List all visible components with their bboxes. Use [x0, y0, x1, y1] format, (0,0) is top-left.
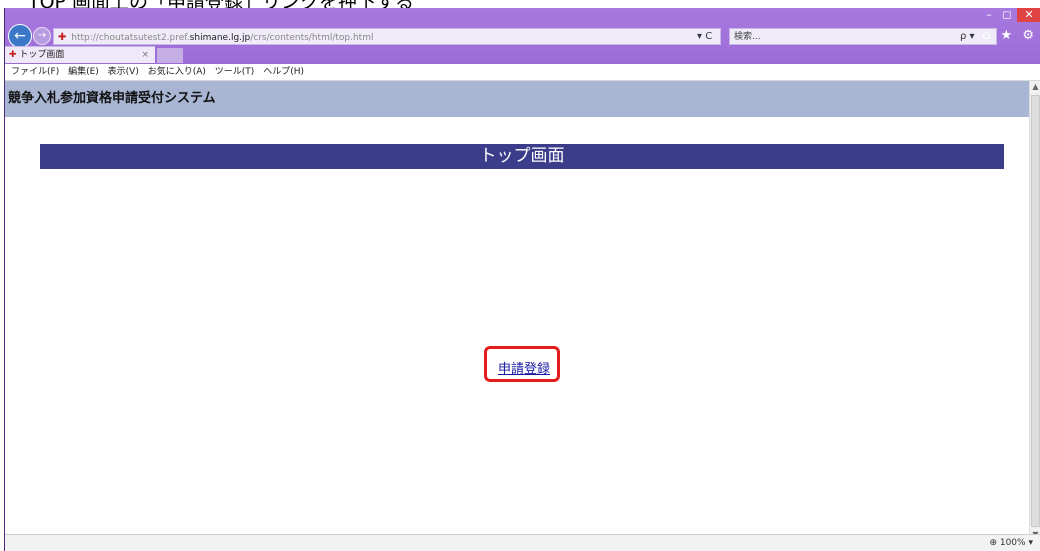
menu-item-edit[interactable]: 編集(E): [68, 67, 99, 77]
page-title-banner: トップ画面: [40, 144, 1004, 169]
menu-item-help[interactable]: ヘルプ(H): [263, 67, 304, 77]
arrow-left-icon: ←: [14, 28, 26, 44]
browser-window: – ◻ ✕ ← → ✚ http://choutatsutest2.pref.s…: [4, 8, 1040, 551]
highlight-box: [484, 346, 560, 382]
browser-tab-top[interactable]: ✚ トップ画面 ×: [5, 46, 155, 63]
chevron-down-icon: ▾: [1028, 538, 1033, 548]
site-favicon-icon: ✚: [58, 32, 67, 43]
search-input[interactable]: 検索...: [729, 28, 997, 45]
scrollbar-thumb[interactable]: [1031, 95, 1040, 527]
menu-bar: ファイル(F) 編集(E) 表示(V) お気に入り(A) ツール(T) ヘルプ(…: [5, 64, 1040, 81]
zoom-level[interactable]: ⊕ 100% ▾: [989, 535, 1033, 551]
vertical-scrollbar[interactable]: ▲ ▼: [1029, 81, 1040, 541]
refresh-button[interactable]: ▾ C: [697, 28, 712, 45]
arrow-right-icon: →: [37, 30, 47, 41]
address-bar[interactable]: ✚ http://choutatsutest2.pref.shimane.lg.…: [53, 28, 721, 45]
menu-item-file[interactable]: ファイル(F): [11, 67, 59, 77]
zoom-icon: ⊕: [989, 538, 997, 548]
instruction-caption: TOP 画面上の「申請登録」リンクを押下する: [0, 0, 1040, 8]
scroll-up-icon[interactable]: ▲: [1030, 81, 1040, 93]
close-tab-icon[interactable]: ×: [141, 47, 149, 63]
minimize-button[interactable]: –: [981, 8, 997, 22]
zoom-value: 100%: [999, 538, 1026, 548]
app-header-title: 競争入札参加資格申請受付システム: [5, 81, 1030, 117]
instruction-text: TOP 画面上の「申請登録」リンクを押下する: [28, 0, 414, 8]
menu-item-tools[interactable]: ツール(T): [215, 67, 255, 77]
tab-title: トップ画面: [19, 50, 65, 60]
url-domain: shimane.lg.jp: [189, 33, 251, 43]
forward-button[interactable]: →: [33, 27, 51, 45]
menu-item-view[interactable]: 表示(V): [108, 67, 139, 77]
toolbar-icons[interactable]: ⌂ ★ ⚙: [982, 26, 1037, 46]
tab-favicon-icon: ✚: [9, 50, 17, 60]
search-icon[interactable]: ρ ▾: [960, 28, 975, 45]
url-path: /crs/contents/html/top.html: [250, 33, 374, 43]
status-bar: ⊕ 100% ▾: [5, 534, 1040, 551]
close-window-button[interactable]: ✕: [1017, 8, 1040, 22]
menu-item-favorites[interactable]: お気に入り(A): [148, 67, 206, 77]
new-tab-button[interactable]: [157, 48, 183, 63]
browser-titlebar: – ◻ ✕ ← → ✚ http://choutatsutest2.pref.s…: [5, 8, 1040, 64]
maximize-button[interactable]: ◻: [999, 8, 1015, 22]
back-button[interactable]: ←: [8, 24, 32, 48]
url-prefix: http://choutatsutest2.pref.: [71, 33, 190, 43]
